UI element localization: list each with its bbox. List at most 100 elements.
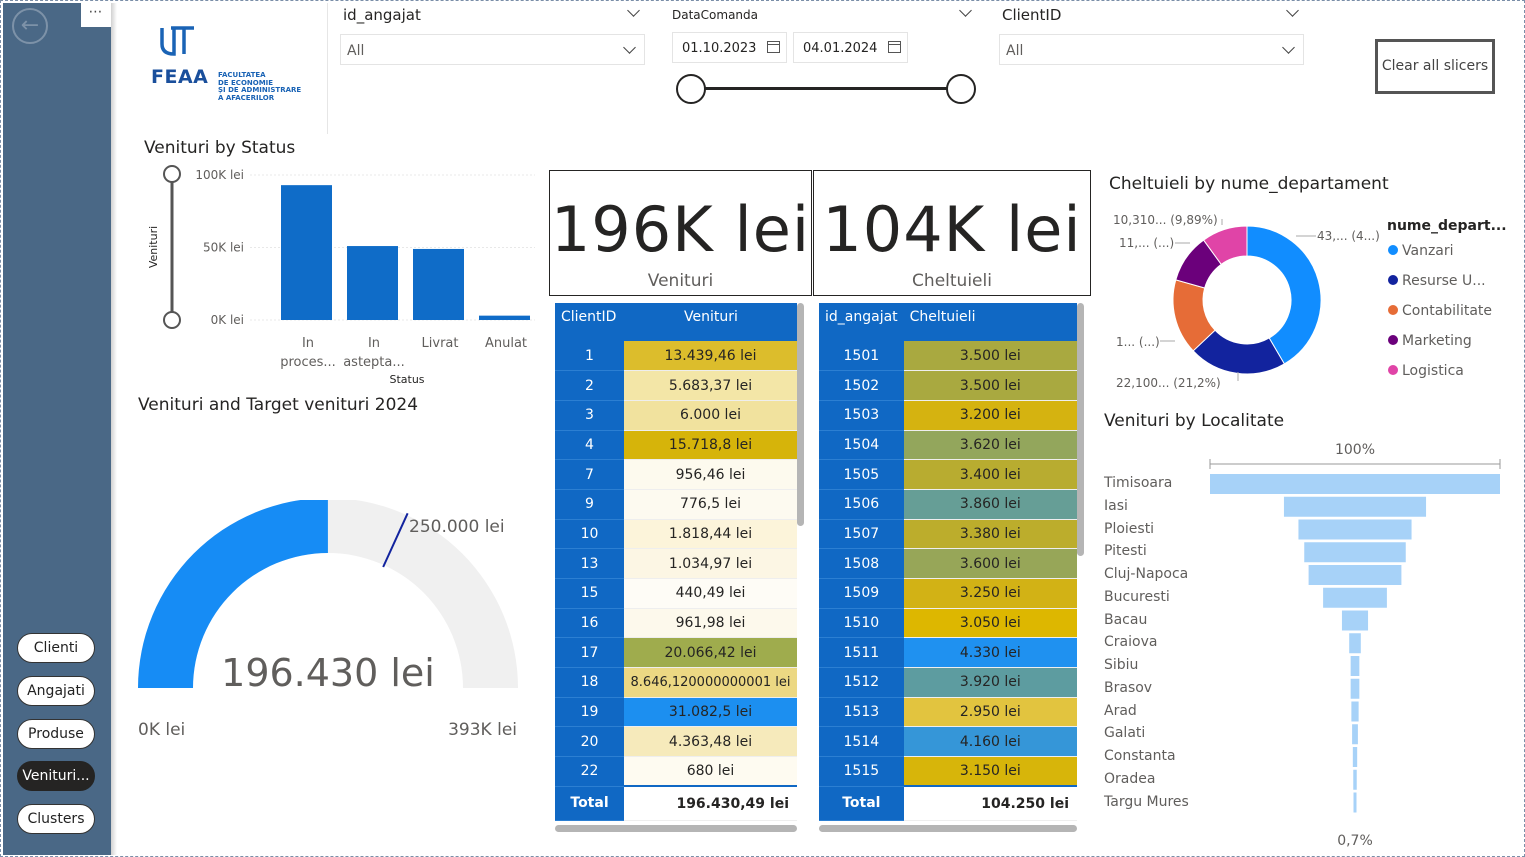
funnel-bar-13[interactable]	[1353, 769, 1357, 790]
slicer-angajat-value: All	[347, 43, 365, 59]
calendar-icon[interactable]	[767, 41, 780, 53]
table-row[interactable]: 10 1.818,44 lei	[555, 519, 797, 550]
column-header[interactable]: ClientID	[555, 303, 624, 341]
y-zoom-slider-top-handle[interactable]	[163, 165, 181, 183]
table-row[interactable]: 1 13.439,46 lei	[555, 341, 797, 372]
column-header[interactable]: id_angajat	[819, 303, 904, 341]
funnel-bar-2[interactable]	[1298, 519, 1412, 540]
table-row[interactable]: 1503 3.200 lei	[819, 400, 1077, 431]
row-key: 1	[555, 341, 624, 372]
row-value: 956,46 lei	[624, 459, 797, 490]
row-value: 31.082,5 lei	[624, 697, 797, 728]
table-row[interactable]: 1510 3.050 lei	[819, 608, 1077, 639]
column-header[interactable]: Venituri	[624, 303, 797, 341]
funnel-bar-9[interactable]	[1350, 678, 1360, 699]
table-row[interactable]: 9 776,5 lei	[555, 489, 797, 520]
back-arrow-icon[interactable]: ←	[12, 8, 48, 44]
date-range-start-handle[interactable]	[676, 74, 706, 104]
table-row[interactable]: 1512 3.920 lei	[819, 667, 1077, 698]
row-value: 3.200 lei	[903, 400, 1077, 431]
row-key: 1510	[819, 608, 904, 639]
legend-item[interactable]: Logistica	[1388, 363, 1464, 379]
row-key: 22	[555, 756, 624, 787]
legend-item[interactable]: Contabilitate	[1388, 303, 1492, 319]
table-row[interactable]: 18 8.646,120000000001 lei	[555, 667, 797, 698]
table-row[interactable]: 1502 3.500 lei	[819, 370, 1077, 401]
legend-item[interactable]: Vanzari	[1388, 243, 1454, 259]
table-row[interactable]: 1509 3.250 lei	[819, 578, 1077, 609]
legend-dot-icon	[1388, 305, 1398, 315]
row-value: 680 lei	[624, 756, 797, 787]
clear-all-slicers-button[interactable]: Clear all slicers	[1375, 39, 1495, 94]
y-zoom-slider-bottom-handle[interactable]	[163, 311, 181, 329]
table-row[interactable]: 13 1.034,97 lei	[555, 548, 797, 579]
table-row[interactable]: 1507 3.380 lei	[819, 519, 1077, 550]
nav-button-2[interactable]: Produse	[17, 719, 95, 749]
bar-1[interactable]	[347, 246, 398, 320]
legend-dot-icon	[1388, 365, 1398, 375]
funnel-bar-6[interactable]	[1341, 610, 1369, 631]
row-key: 9	[555, 489, 624, 520]
clients-table-horizontal-scrollbar[interactable]	[555, 825, 797, 832]
university-logo: FEAA FACULTATEA DE ECONOMIE ȘI DE ADMINIST…	[150, 22, 310, 112]
funnel-bar-12[interactable]	[1352, 747, 1358, 767]
table-row[interactable]: 15 440,49 lei	[555, 578, 797, 609]
bar-3[interactable]	[479, 315, 530, 320]
funnel-bar-11[interactable]	[1352, 724, 1358, 745]
table-row[interactable]: 7 956,46 lei	[555, 459, 797, 490]
calendar-icon[interactable]	[888, 41, 901, 53]
nav-button-4[interactable]: Clusters	[17, 804, 95, 834]
table-row[interactable]: 17 20.066,42 lei	[555, 637, 797, 669]
legend-item[interactable]: Resurse U...	[1388, 273, 1486, 289]
table-row[interactable]: 16 961,98 lei	[555, 608, 797, 639]
slicer-client-dropdown[interactable]: All	[999, 34, 1304, 65]
funnel-bar-7[interactable]	[1349, 633, 1361, 654]
funnel-bar-3[interactable]	[1304, 542, 1406, 563]
funnel-bar-5[interactable]	[1323, 587, 1387, 608]
slicer-angajat-dropdown[interactable]: All	[340, 34, 645, 65]
funnel-bar-0[interactable]	[1210, 474, 1500, 494]
date-start-input[interactable]: 01.10.2023	[672, 32, 787, 63]
table-row[interactable]: 1501 3.500 lei	[819, 341, 1077, 372]
table-row[interactable]: 2 5.683,37 lei	[555, 370, 797, 401]
nav-button-0[interactable]: Clienti	[17, 633, 95, 663]
row-key: 1502	[819, 370, 904, 401]
row-key: 1503	[819, 400, 904, 431]
funnel-bar-8[interactable]	[1350, 656, 1360, 676]
table-row[interactable]: 1511 4.330 lei	[819, 637, 1077, 669]
bar-2[interactable]	[413, 248, 464, 320]
nav-button-1[interactable]: Angajati	[17, 676, 95, 706]
table-row[interactable]: 1505 3.400 lei	[819, 459, 1077, 490]
table-row[interactable]: 3 6.000 lei	[555, 400, 797, 431]
funnel-bar-4[interactable]	[1308, 565, 1402, 585]
more-options-icon[interactable]: ⋯	[81, 3, 111, 27]
table-row[interactable]: 1506 3.860 lei	[819, 489, 1077, 520]
table-row[interactable]: 22 680 lei	[555, 756, 797, 787]
funnel-bar-14[interactable]	[1353, 792, 1357, 813]
table-row[interactable]: 1504 3.620 lei	[819, 430, 1077, 461]
row-key: 10	[555, 519, 624, 550]
total-value: 196.430,49 lei	[624, 785, 797, 821]
date-end-input[interactable]: 04.01.2024	[793, 32, 908, 63]
clients-table-vertical-scrollbar[interactable]	[797, 303, 804, 526]
row-key: 16	[555, 608, 624, 639]
y-tick-label: 50K lei	[203, 241, 244, 255]
funnel-bar-10[interactable]	[1351, 701, 1359, 722]
table-row[interactable]: 1515 3.150 lei	[819, 756, 1077, 787]
date-range-end-handle[interactable]	[946, 74, 976, 104]
employees-table-horizontal-scrollbar[interactable]	[819, 825, 1077, 832]
nav-button-3[interactable]: Venituri...	[17, 761, 95, 791]
gauge-title: Venituri and Target venituri 2024	[138, 395, 419, 415]
table-row[interactable]: 1508 3.600 lei	[819, 548, 1077, 579]
column-header[interactable]: Cheltuieli	[903, 303, 1077, 341]
legend-item[interactable]: Marketing	[1388, 333, 1472, 349]
table-row[interactable]: 1513 2.950 lei	[819, 697, 1077, 728]
funnel-bar-1[interactable]	[1283, 496, 1427, 517]
employees-table-vertical-scrollbar[interactable]	[1077, 303, 1084, 556]
bar-0[interactable]	[281, 185, 332, 320]
table-row[interactable]: 4 15.718,8 lei	[555, 430, 797, 461]
table-row[interactable]: 1514 4.160 lei	[819, 726, 1077, 758]
table-row[interactable]: 20 4.363,48 lei	[555, 726, 797, 758]
table-row[interactable]: 19 31.082,5 lei	[555, 697, 797, 728]
funnel-bottom-label: 0,7%	[1337, 833, 1373, 849]
